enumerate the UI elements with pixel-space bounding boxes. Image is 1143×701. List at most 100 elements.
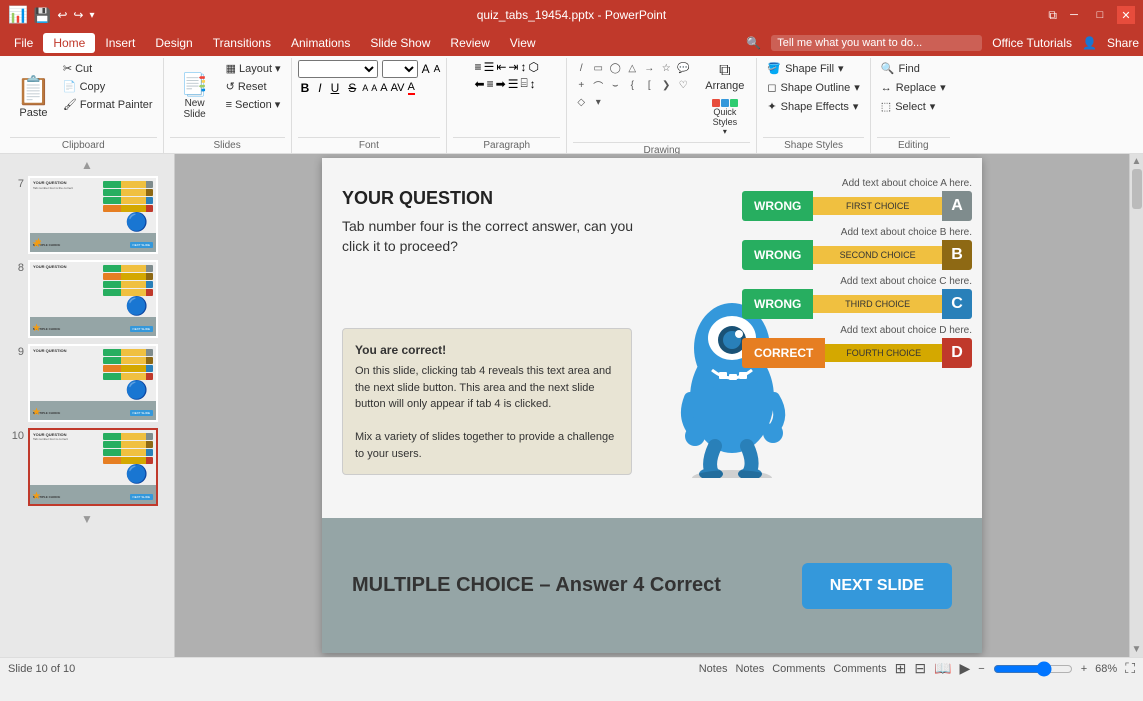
notes-button[interactable]: Notes [699,663,728,675]
undo-icon[interactable]: ↩ [57,8,67,22]
search-field[interactable]: Tell me what you want to do... [771,35,982,51]
text-direction[interactable]: ↕ [520,60,526,74]
choice-c-label[interactable]: THIRD CHOICE [813,295,942,313]
menu-review[interactable]: Review [440,33,499,53]
slide-image-7[interactable]: YOUR QUESTION Tab number four is the cor… [28,176,158,254]
shape-effects-button[interactable]: ✦ Shape Effects ▾ [763,98,863,115]
convert-smartart[interactable]: ⬡ [528,60,538,74]
font-size-decrease[interactable]: A [434,64,441,75]
view-reading[interactable]: 📖 [934,660,951,677]
view-slideshow[interactable]: ▶ [960,660,971,677]
align-left[interactable]: ⬅ [475,77,485,91]
choice-a-label[interactable]: FIRST CHOICE [813,197,942,215]
next-slide-button[interactable]: NEXT SLIDE [802,563,952,609]
scroll-up-arrow[interactable]: ▲ [4,158,170,172]
menu-design[interactable]: Design [145,33,202,53]
shape-star[interactable]: ☆ [658,60,674,76]
choice-row-a[interactable]: WRONG FIRST CHOICE A [742,191,972,221]
font-color-button[interactable]: A [408,81,415,95]
shape-arrow[interactable]: → [641,60,657,76]
menu-slideshow[interactable]: Slide Show [360,33,440,53]
paste-button[interactable]: 📋 Paste [10,60,57,132]
cut-button[interactable]: ✂ Cut [59,60,157,77]
slide-thumb-7[interactable]: 7 YOUR QUESTION Tab number four is the c… [4,176,170,254]
new-slide-button[interactable]: 📑 New Slide [170,60,220,132]
shape-oval[interactable]: ◯ [607,60,623,76]
redo-icon[interactable]: ↪ [73,8,83,22]
shape-callout[interactable]: 💬 [675,60,691,76]
fit-window-button[interactable]: ⛶ [1125,660,1135,677]
choice-d-label[interactable]: FOURTH CHOICE [825,344,942,362]
choice-b-status[interactable]: WRONG [742,240,813,270]
slide-image-9[interactable]: YOUR QUESTION [28,344,158,422]
choice-c-status[interactable]: WRONG [742,289,813,319]
menu-home[interactable]: Home [43,33,95,53]
slide-panel[interactable]: ▲ 7 YOUR QUESTION Tab number four is the… [0,154,175,657]
select-button[interactable]: ⬚ Select ▾ [877,98,950,115]
columns[interactable]: ⌸ [520,76,527,91]
slide-thumb-9[interactable]: 9 YOUR QUESTION [4,344,170,422]
line-spacing[interactable]: ↕ [530,77,536,91]
slide-image-10[interactable]: YOUR QUESTION Tab number four is correct [28,428,158,506]
shape-triangle[interactable]: △ [624,60,640,76]
shape-bracket[interactable]: [ [641,77,657,93]
slide-image-8[interactable]: YOUR QUESTION [28,260,158,338]
zoom-out-button[interactable]: − [978,663,984,675]
replace-button[interactable]: ↔ Replace ▾ [877,79,950,96]
share-button[interactable]: Share [1107,36,1139,50]
minimize-button[interactable]: ─ [1065,6,1083,24]
choice-a-status[interactable]: WRONG [742,191,813,221]
scroll-up-btn[interactable]: ▲ [1132,156,1142,167]
scroll-down-btn[interactable]: ▼ [1132,644,1142,655]
section-button[interactable]: ≡ Section ▾ [222,96,285,113]
bullets-button[interactable]: ≡ [475,60,482,74]
align-center[interactable]: ≡ [487,77,494,91]
arrange-button[interactable]: ⧉ Arrange [699,60,750,94]
zoom-in-button[interactable]: + [1081,663,1087,675]
italic-button[interactable]: I [315,80,324,96]
bold-button[interactable]: B [298,80,313,96]
justify[interactable]: ☰ [508,77,519,91]
restore-icon[interactable]: ⧉ [1048,8,1057,23]
close-button[interactable]: ✕ [1117,6,1135,24]
menu-view[interactable]: View [500,33,546,53]
choice-row-d[interactable]: CORRECT FOURTH CHOICE D [742,338,972,368]
view-slide-sorter[interactable]: ⊟ [914,660,926,677]
quick-styles-button[interactable]: Quick Styles ▾ [699,95,750,140]
shape-more[interactable]: + [573,77,589,93]
shape-expand[interactable]: ▾ [590,94,606,110]
shape-curve[interactable]: ⌣ [607,77,623,93]
shape-outline-button[interactable]: ◻ Shape Outline ▾ [763,79,863,96]
slide-thumb-10[interactable]: 10 YOUR QUESTION Tab number four is corr… [4,428,170,506]
menu-animations[interactable]: Animations [281,33,360,53]
scroll-thumb-v[interactable] [1132,169,1142,209]
font-size-select[interactable] [382,60,418,78]
menu-insert[interactable]: Insert [95,33,145,53]
menu-transitions[interactable]: Transitions [203,33,281,53]
numbering-button[interactable]: ☰ [484,60,495,74]
font-size-increase[interactable]: A [422,62,430,76]
text-shadow-button[interactable]: A [380,82,387,94]
shape-chevron[interactable]: ❯ [658,77,674,93]
choice-c-letter[interactable]: C [942,289,972,319]
choice-b-letter[interactable]: B [942,240,972,270]
scroll-down-arrow[interactable]: ▼ [4,512,170,526]
shape-line[interactable]: / [573,60,589,76]
superscript-button[interactable]: A [371,83,377,93]
choice-row-b[interactable]: WRONG SECOND CHOICE B [742,240,972,270]
format-painter-button[interactable]: 🖌 Format Painter [59,96,157,113]
reset-button[interactable]: ↺ Reset [222,78,285,95]
font-family-select[interactable] [298,60,378,78]
choice-d-status[interactable]: CORRECT [742,338,825,368]
copy-button[interactable]: 📄 Copy [59,78,157,95]
shape-heart[interactable]: ♡ [675,77,691,93]
view-normal[interactable]: ⊞ [895,660,907,677]
choice-d-letter[interactable]: D [942,338,972,368]
shape-fill-button[interactable]: 🪣 Shape Fill ▾ [763,60,863,77]
strikethrough-button[interactable]: S [345,80,359,96]
comments-label[interactable]: Comments [833,663,886,675]
zoom-slider[interactable] [993,661,1073,677]
decrease-indent[interactable]: ⇤ [496,60,506,74]
office-tutorials-link[interactable]: Office Tutorials [992,36,1072,50]
choice-row-c[interactable]: WRONG THIRD CHOICE C [742,289,972,319]
